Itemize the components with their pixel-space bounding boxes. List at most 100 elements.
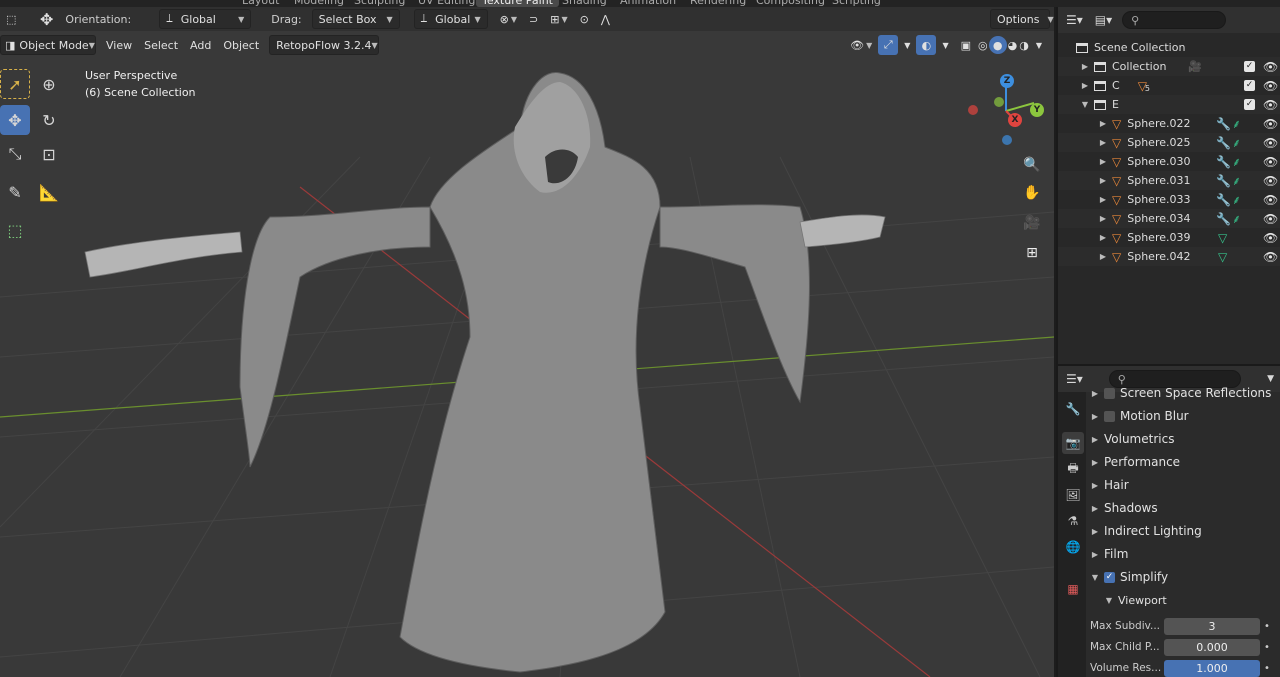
select-box-icon[interactable]: ➚ (0, 69, 30, 99)
expand-triangle-icon[interactable]: ▶ (1098, 138, 1108, 147)
vertex-group-icon[interactable]: ⸙ (1232, 172, 1241, 189)
render-tab-icon[interactable]: 📷 (1062, 432, 1084, 454)
texture-tab-icon[interactable]: ▦ (1062, 578, 1084, 600)
menu-add[interactable]: Add (184, 35, 217, 55)
view-layer-tab-icon[interactable]: 🖼 (1062, 484, 1084, 506)
expand-triangle-icon[interactable]: ▶ (1098, 214, 1108, 223)
expand-triangle-icon[interactable]: ▶ (1098, 233, 1108, 242)
gizmo-toggle-icon[interactable]: ⤢ (878, 35, 899, 55)
outliner-object-row[interactable]: ▶ ▽ Sphere.042 ▽ 👁 (1058, 247, 1280, 266)
visibility-eye-icon[interactable]: 👁 ▼ (844, 35, 878, 55)
overlay-toggle-icon[interactable]: ◐ (916, 35, 937, 55)
expand-triangle-icon[interactable]: ▼ (1080, 100, 1090, 109)
options-dropdown[interactable]: Options ▼ (990, 9, 1054, 29)
ssr-checkbox[interactable] (1104, 387, 1115, 399)
eye-icon[interactable]: 👁 (1263, 117, 1278, 131)
simplify-checkbox[interactable]: ✓ (1104, 571, 1115, 583)
workspace-tab-rendering[interactable]: Rendering (684, 0, 752, 7)
scene-tab-icon[interactable]: ⚗ (1062, 510, 1084, 532)
select-tool-icon[interactable]: ⬚ (0, 9, 24, 29)
mesh-data-icon[interactable]: ▽ (1218, 250, 1227, 264)
motion-blur-checkbox[interactable] (1104, 410, 1115, 422)
outliner-object-row[interactable]: ▶ ▽ Sphere.022 🔧 ⸙ 👁 (1058, 114, 1280, 133)
measure-icon[interactable]: 📐 (34, 177, 64, 207)
expand-triangle-icon[interactable]: ▶ (1080, 81, 1090, 90)
exclude-checkbox[interactable]: ✓ (1244, 99, 1255, 110)
workspace-tab-compositing[interactable]: Compositing (750, 0, 831, 7)
scale-icon[interactable]: ⤡ (0, 139, 30, 169)
subsection-viewport[interactable]: ▼ Viewport (1104, 589, 1274, 611)
workspace-tab-shading[interactable]: Shading (556, 0, 613, 7)
expand-triangle-icon[interactable]: ▶ (1098, 252, 1108, 261)
eye-icon[interactable]: 👁 (1263, 79, 1278, 93)
rendered-shading-icon[interactable]: ◑ (1018, 35, 1030, 55)
snap-icon[interactable]: ⊃ (523, 9, 544, 29)
section-performance[interactable]: ▶ Performance (1090, 451, 1278, 473)
annotate-icon[interactable]: ✎ (0, 177, 30, 207)
world-tab-icon[interactable]: 🌐 (1062, 536, 1084, 558)
transform-orientation-dropdown[interactable]: ⟘ Global ▼ (413, 9, 488, 29)
eye-icon[interactable]: 👁 (1263, 60, 1278, 74)
chevron-down-icon[interactable]: ▼ (1030, 35, 1048, 55)
max-subdivision-input[interactable]: 3 (1164, 617, 1260, 635)
modifier-wrench-icon[interactable]: 🔧 (1216, 155, 1231, 169)
outliner-search-input[interactable]: ⚲ (1122, 11, 1227, 29)
outliner-object-row[interactable]: ▶ ▽ Sphere.031 🔧 ⸙ 👁 (1058, 171, 1280, 190)
expand-triangle-icon[interactable]: ▶ (1098, 195, 1108, 204)
section-simplify[interactable]: ▼ ✓ Simplify (1090, 566, 1278, 588)
menu-view[interactable]: View (100, 35, 138, 55)
outliner-scene-collection[interactable]: Scene Collection (1058, 38, 1280, 57)
section-hair[interactable]: ▶ Hair (1090, 474, 1278, 496)
workspace-tab-sculpting[interactable]: Sculpting (348, 0, 411, 7)
orientation-dropdown[interactable]: ⟘ Global ▼ (159, 9, 252, 29)
outliner-object-row[interactable]: ▶ ▽ Sphere.034 🔧 ⸙ 👁 (1058, 209, 1280, 228)
eye-icon[interactable]: 👁 (1263, 231, 1278, 245)
section-indirect-lighting[interactable]: ▶ Indirect Lighting (1090, 520, 1278, 542)
volume-resolution-input[interactable]: 1.000 (1164, 659, 1260, 677)
vertex-group-icon[interactable]: ⸙ (1232, 115, 1241, 132)
solid-shading-icon[interactable]: ● (988, 36, 1007, 54)
expand-triangle-icon[interactable]: ▶ (1098, 157, 1108, 166)
section-screen-space-reflections[interactable]: ▶ Screen Space Reflections (1090, 382, 1278, 404)
outliner-object-row[interactable]: ▶ ▽ Sphere.039 ▽ 👁 (1058, 228, 1280, 247)
y-axis-handle[interactable]: Y (1030, 103, 1044, 117)
workspace-tab-modeling[interactable]: Modeling (288, 0, 350, 7)
grid-projection-icon[interactable]: ⊞ (1020, 241, 1044, 265)
rotate-icon[interactable]: ↻ (34, 105, 64, 135)
expand-triangle-icon[interactable]: ▶ (1098, 119, 1108, 128)
output-tab-icon[interactable]: 🖶 (1062, 458, 1084, 480)
section-film[interactable]: ▶ Film (1090, 543, 1278, 565)
zoom-icon[interactable]: 🔍 (1020, 153, 1044, 177)
section-shadows[interactable]: ▶ Shadows (1090, 497, 1278, 519)
wireframe-shading-icon[interactable]: ◎ (977, 35, 989, 55)
xray-icon[interactable]: ▣ (955, 35, 977, 55)
workspace-tab-animation[interactable]: Animation (614, 0, 682, 7)
menu-select[interactable]: Select (138, 35, 184, 55)
exclude-checkbox[interactable]: ✓ (1244, 80, 1255, 91)
workspace-tab-uv-editing[interactable]: UV Editing (412, 0, 481, 7)
editor-type-icon[interactable]: ☰▾ (1066, 13, 1083, 27)
keyframe-dot-icon[interactable]: • (1260, 642, 1274, 653)
modifier-wrench-icon[interactable]: 🔧 (1216, 117, 1231, 131)
editor-type-icon[interactable]: ☰▾ (1066, 372, 1083, 386)
section-motion-blur[interactable]: ▶ Motion Blur (1090, 405, 1278, 427)
neg-x-axis-handle[interactable] (968, 105, 978, 115)
outliner-collection-row[interactable]: ▶ Collection 🎥 ✓ 👁 (1058, 57, 1280, 76)
exclude-checkbox[interactable]: ✓ (1244, 61, 1255, 72)
neg-z-axis-handle[interactable] (1002, 135, 1012, 145)
neg-y-axis-handle[interactable] (994, 97, 1004, 107)
workspace-tab-scripting[interactable]: Scripting (826, 0, 887, 7)
vertex-group-icon[interactable]: ⸙ (1232, 191, 1241, 208)
eye-icon[interactable]: 👁 (1263, 250, 1278, 264)
section-volumetrics[interactable]: ▶ Volumetrics (1090, 428, 1278, 450)
drag-dropdown[interactable]: Select Box ▼ (311, 9, 400, 29)
retopoflow-dropdown[interactable]: RetopoFlow 3.2.4 ▼ (269, 35, 380, 55)
falloff-icon[interactable]: ⋀ (595, 9, 616, 29)
move-icon[interactable]: ✥ (0, 105, 30, 135)
mesh-data-icon[interactable]: ▽ (1218, 231, 1227, 245)
pivot-point-icon[interactable]: ⊗ ▼ (494, 9, 523, 29)
eye-icon[interactable]: 👁 (1263, 136, 1278, 150)
workspace-tab-layout[interactable]: Layout (236, 0, 285, 7)
outliner-object-row[interactable]: ▶ ▽ Sphere.025 🔧 ⸙ 👁 (1058, 133, 1280, 152)
vertex-group-icon[interactable]: ⸙ (1232, 210, 1241, 227)
